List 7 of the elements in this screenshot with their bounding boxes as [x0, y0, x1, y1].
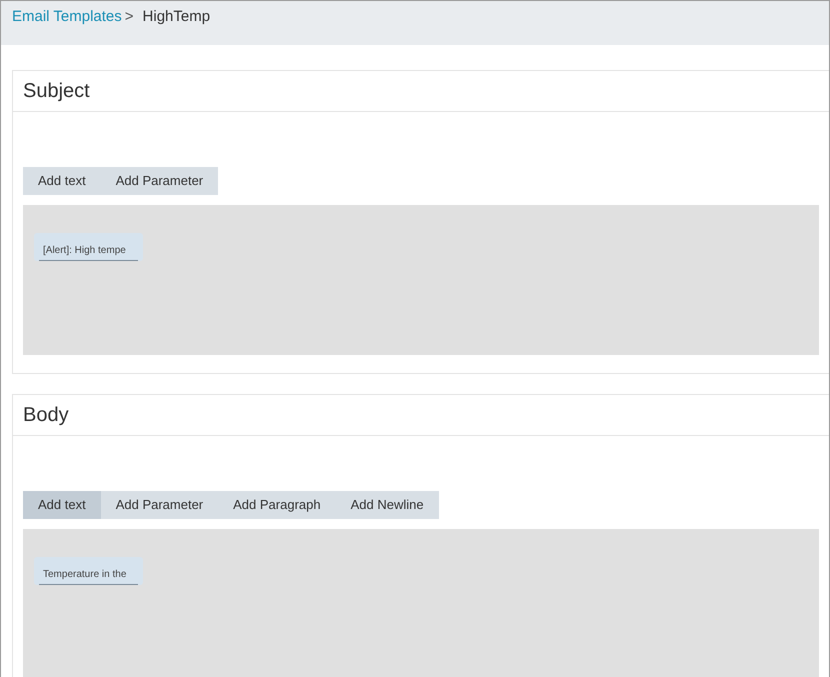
- text-chip-field[interactable]: [Alert]: High tempe: [34, 233, 143, 261]
- section-title: Subject: [23, 79, 90, 104]
- breadcrumb-separator: >: [124, 7, 134, 27]
- text-chip-field[interactable]: Temperature in the: [34, 557, 143, 585]
- section-title: Body: [23, 403, 69, 428]
- toolbar-button[interactable]: Add text: [23, 491, 101, 519]
- breadcrumb-current: HighTemp: [142, 7, 210, 27]
